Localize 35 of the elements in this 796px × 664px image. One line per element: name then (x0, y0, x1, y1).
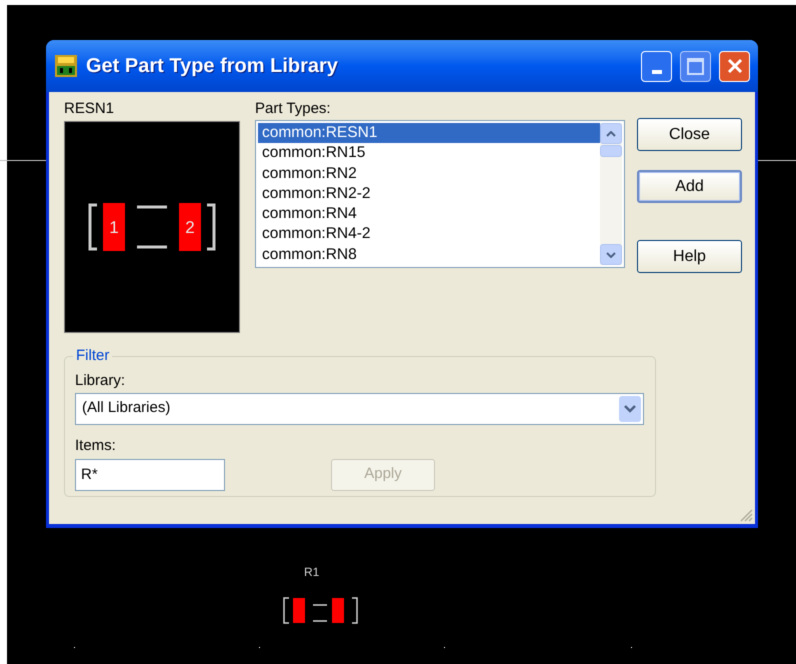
part-types-list[interactable]: common:RESN1 common:RN15 common:RN2 common:RN2-2 common:RN4 common:RN4-2 common:RN8 (255, 120, 625, 268)
list-label: Part Types: (255, 99, 332, 119)
resize-grip-icon (739, 508, 753, 522)
list-item[interactable]: common:RN2-2 (258, 184, 600, 204)
list-item[interactable]: common:RN8 (258, 244, 600, 265)
maximize-icon (687, 58, 704, 74)
minimize-icon (652, 70, 662, 74)
reference-designator: R1 (304, 566, 320, 578)
list-item[interactable]: common:RN4-2 (258, 224, 600, 245)
pin-number: 2 (185, 218, 195, 237)
group-title: Filter (75, 346, 110, 366)
dialog-button[interactable]: Close (637, 118, 742, 151)
minimize-button[interactable] (641, 50, 672, 82)
list-item[interactable]: common:RN15 (258, 143, 600, 164)
close-button[interactable] (719, 50, 750, 82)
maximize-button[interactable] (680, 50, 711, 82)
items-input[interactable]: R* (75, 458, 225, 490)
dropdown-value: (All Libraries) (82, 398, 172, 418)
field-label: Items: (75, 436, 117, 454)
scroll-up-button[interactable] (600, 123, 622, 144)
scroll-down-button[interactable] (600, 244, 622, 265)
app-icon (54, 54, 78, 78)
window-title: Get Part Type from Library (86, 54, 339, 79)
dialog-button[interactable]: Help (637, 240, 742, 273)
dropdown-arrow-button[interactable] (619, 396, 641, 422)
list-item[interactable]: common:RN2 (258, 164, 600, 184)
pin-number: 1 (109, 218, 119, 237)
field-label: Library: (75, 370, 126, 390)
library-dropdown[interactable]: (All Libraries) (75, 392, 644, 424)
scroll-thumb[interactable] (600, 145, 622, 157)
dialog-button[interactable]: Add (637, 170, 742, 203)
list-item[interactable]: common:RN4 (258, 204, 600, 224)
preview-label: RESN1 (64, 99, 116, 119)
close-icon (726, 58, 742, 74)
list-item[interactable]: common:RESN1 (258, 123, 600, 144)
